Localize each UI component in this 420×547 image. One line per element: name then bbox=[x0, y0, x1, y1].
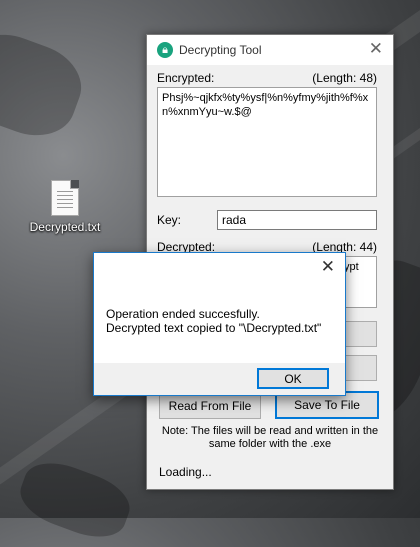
encrypted-label: Encrypted: bbox=[157, 71, 215, 85]
encrypted-length: (Length: 48) bbox=[312, 71, 377, 85]
note-text: Note: The files will be read and written… bbox=[161, 425, 379, 450]
status-text: Loading... bbox=[159, 465, 212, 479]
message-dialog: ✕ Operation ended succesfully. Decrypted… bbox=[93, 252, 346, 396]
ok-button[interactable]: OK bbox=[257, 368, 329, 389]
lock-icon: 🔒︎ bbox=[157, 42, 173, 58]
window-titlebar[interactable]: 🔒︎ Decrypting Tool ✕ bbox=[147, 35, 393, 65]
window-title: Decrypting Tool bbox=[179, 43, 262, 57]
dialog-close-icon[interactable]: ✕ bbox=[321, 257, 335, 277]
dialog-message: Operation ended succesfully. Decrypted t… bbox=[106, 307, 321, 335]
read-from-file-button[interactable]: Read From File bbox=[159, 393, 261, 419]
key-input[interactable] bbox=[217, 210, 377, 230]
dialog-message-line2: Decrypted text copied to "\Decrypted.txt… bbox=[106, 321, 322, 335]
encrypted-textbox[interactable]: Phsj%~qjkfx%ty%ysf|%n%yfmy%jith%f%xn%xnm… bbox=[157, 87, 377, 197]
desktop-file-decrypted[interactable]: Decrypted.txt bbox=[26, 180, 104, 234]
key-label: Key: bbox=[157, 213, 182, 227]
text-file-icon bbox=[51, 180, 79, 216]
desktop-file-label: Decrypted.txt bbox=[29, 220, 101, 234]
close-icon[interactable]: ✕ bbox=[369, 39, 383, 59]
dialog-footer: OK bbox=[94, 363, 345, 395]
dialog-message-line1: Operation ended succesfully. bbox=[106, 307, 260, 321]
